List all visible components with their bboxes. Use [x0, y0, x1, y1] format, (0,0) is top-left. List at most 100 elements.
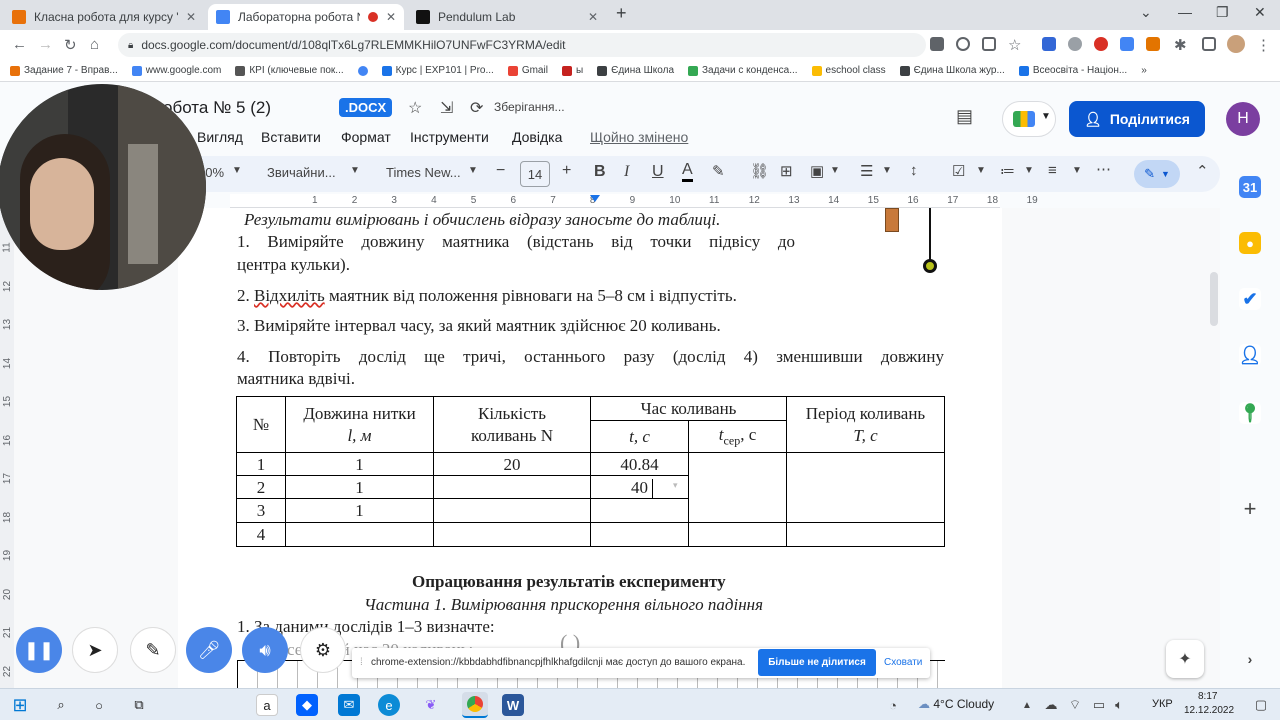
insert-image-icon[interactable]: ▣	[810, 162, 824, 180]
url-field[interactable]: 🔒︎ docs.google.com/document/d/108qlTx6Lg…	[118, 33, 926, 57]
screen-recorder-icon[interactable]	[1094, 37, 1108, 51]
bookmark-item[interactable]: eschool class	[811, 65, 886, 76]
table-cell[interactable]	[433, 475, 591, 499]
highlight-icon[interactable]: ✎	[712, 162, 725, 180]
pointer-button[interactable]: ➤	[72, 627, 118, 673]
close-tab-icon[interactable]: ✕	[386, 10, 396, 24]
more-options-icon[interactable]: ⋯	[1096, 160, 1111, 178]
star-icon[interactable]: ☆	[408, 98, 422, 118]
settings-button[interactable]: ⚙	[300, 627, 346, 673]
close-tab-icon[interactable]: ✕	[186, 10, 196, 24]
bookmark-item[interactable]: Задание 7 - Вправ...	[10, 65, 118, 76]
bold-icon[interactable]: B	[594, 163, 606, 181]
table-cell[interactable]	[433, 498, 591, 523]
minimize-button[interactable]: —	[1178, 4, 1192, 20]
text-color-icon[interactable]: A	[682, 161, 693, 182]
close-window-button[interactable]: ✕	[1254, 4, 1266, 21]
new-tab-button[interactable]: +	[616, 3, 627, 24]
profile-avatar[interactable]	[1227, 35, 1245, 53]
table-cell[interactable]	[285, 522, 434, 547]
table-cell-merged[interactable]	[688, 452, 787, 523]
bookmark-item[interactable]: ы	[561, 65, 583, 76]
draw-button[interactable]: ✎	[130, 627, 176, 673]
horizontal-ruler[interactable]: 1 2 3 4 5 6 7 8 9 10 11 12 13 14 15 16 17 18 19	[230, 194, 1038, 208]
tab-class-work[interactable]: Класна робота для курсу "10Б ( ✕	[4, 4, 204, 30]
contacts-icon[interactable]: 👤︎	[1239, 344, 1261, 366]
wifi-icon[interactable]: ⌔	[1064, 694, 1086, 716]
maps-icon[interactable]: 📍︎	[1239, 402, 1261, 424]
pause-button[interactable]: ❚❚	[16, 627, 62, 673]
bookmark-item[interactable]	[357, 65, 368, 76]
bookmark-item[interactable]: Задачи с конденса...	[688, 65, 798, 76]
tab-search-icon[interactable]: ⌄	[1140, 4, 1152, 21]
bookmark-item[interactable]: Курс | EXP101 | Pro...	[381, 65, 494, 76]
bookmark-star-icon[interactable]: ☆	[1008, 36, 1021, 54]
tab-pendulum-lab[interactable]: Pendulum Lab ✕	[408, 4, 606, 30]
editing-mode-button[interactable]: ✎ ▼	[1134, 160, 1180, 188]
amazon-icon[interactable]: a	[256, 694, 278, 716]
menu-help[interactable]: Довідка	[512, 129, 562, 145]
decrease-font-button[interactable]: −	[496, 162, 505, 180]
share-page-icon[interactable]	[982, 37, 996, 51]
align-icon[interactable]: ☰	[860, 162, 873, 180]
zoom-icon[interactable]	[956, 37, 970, 51]
link-icon[interactable]: ⛓	[750, 162, 769, 180]
misspelled-word[interactable]: Відхиліть	[254, 286, 325, 305]
chrome-taskbar-button[interactable]	[462, 692, 488, 718]
forward-icon[interactable]: →	[38, 36, 53, 53]
search-icon[interactable]: ⌕	[50, 694, 72, 716]
volume-icon[interactable]: 🔈︎	[1108, 694, 1130, 716]
font-select[interactable]: Times New...	[386, 165, 461, 180]
increase-font-button[interactable]: +	[562, 162, 571, 180]
cortana-icon[interactable]: ○	[88, 694, 110, 716]
bookmark-item[interactable]: Єдина Школа жур...	[899, 65, 1005, 76]
move-folder-icon[interactable]: ⇲	[440, 98, 453, 118]
line-spacing-icon[interactable]: ↕	[910, 162, 918, 179]
battery-icon[interactable]: ▭	[1088, 694, 1110, 716]
notifications-icon[interactable]: ▢	[1250, 694, 1272, 716]
tasks-icon[interactable]: ✔	[1239, 288, 1261, 310]
bookmark-item[interactable]: Gmail	[507, 65, 548, 76]
webcam-overlay[interactable]	[0, 84, 206, 290]
more-bookmarks-icon[interactable]: »	[1141, 65, 1147, 76]
font-size-field[interactable]: 14	[520, 161, 550, 187]
explore-button[interactable]: ✦	[1166, 640, 1204, 678]
checklist-icon[interactable]: ☑	[952, 162, 965, 180]
cell-menu-icon[interactable]: ▾	[673, 480, 678, 491]
menu-format[interactable]: Формат	[341, 129, 391, 145]
windows-start-icon[interactable]: ⊞	[9, 694, 31, 716]
table-cell[interactable]	[433, 522, 591, 547]
browser-menu-icon[interactable]: ⋮	[1256, 36, 1271, 54]
extension-icon[interactable]	[1146, 37, 1160, 51]
microphone-button[interactable]: 🎤︎	[186, 627, 232, 673]
account-avatar[interactable]: H	[1226, 102, 1260, 136]
side-panel-icon[interactable]	[1202, 37, 1216, 51]
bookmark-item[interactable]: Єдина Школа	[597, 65, 674, 76]
drag-handle-icon[interactable]: ⁞	[360, 657, 363, 668]
table-cell[interactable]	[786, 522, 945, 547]
menu-insert[interactable]: Вставити	[261, 129, 321, 145]
comments-icon[interactable]: ▤	[956, 106, 973, 127]
table-cell[interactable]	[590, 522, 689, 547]
underline-icon[interactable]: U	[652, 163, 664, 181]
extension-icon[interactable]	[1068, 37, 1082, 51]
meet-button[interactable]: ▼	[1002, 101, 1056, 137]
show-side-panel-icon[interactable]: ›	[1239, 648, 1261, 670]
table-cell-merged[interactable]	[786, 452, 945, 523]
numbered-list-icon[interactable]: ≡	[1048, 162, 1057, 179]
hide-button[interactable]: Сховати	[884, 657, 922, 668]
audio-button[interactable]: 🔊︎	[242, 627, 288, 673]
collapse-menus-icon[interactable]: ⌃	[1196, 162, 1209, 180]
close-tab-icon[interactable]: ✕	[588, 10, 598, 24]
onedrive-icon[interactable]: ☁	[1040, 694, 1062, 716]
add-comment-icon[interactable]: ⊞	[780, 162, 793, 180]
reload-icon[interactable]: ↻	[64, 36, 77, 54]
clock-date[interactable]: 12.12.2022	[1184, 705, 1234, 716]
calendar-icon[interactable]: 31	[1239, 176, 1261, 198]
style-select[interactable]: Звичайни...	[267, 165, 336, 180]
extensions-puzzle-icon[interactable]: ✱	[1174, 36, 1187, 54]
scrollbar-thumb[interactable]	[1210, 272, 1218, 326]
weather-widget[interactable]: ☁ 4°C Cloudy	[918, 697, 994, 711]
share-button[interactable]: 👤︎ Поділитися	[1069, 101, 1205, 137]
keep-icon[interactable]: ●	[1239, 232, 1261, 254]
